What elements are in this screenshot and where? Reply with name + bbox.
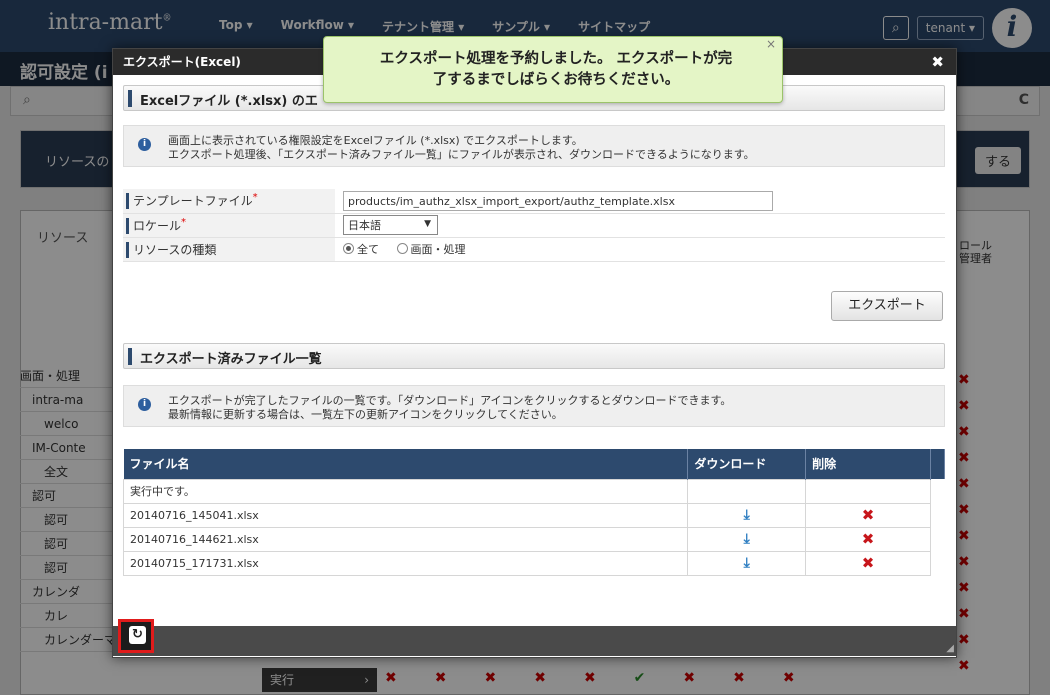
file-name: 20140716_145041.xlsx	[122, 502, 689, 528]
info-icon: i	[138, 398, 151, 411]
section-marker	[128, 348, 132, 365]
table-header-row: ファイル名 ダウンロード 削除	[123, 449, 945, 479]
locale-select[interactable]: 日本語 ▼	[343, 215, 438, 235]
files-info-text: エクスポートが完了したファイルの一覧です。「ダウンロード」アイコンをクリックする…	[168, 394, 731, 422]
download-icon[interactable]: ⤓	[744, 555, 750, 571]
dialog-title: エクスポート(Excel)	[123, 55, 241, 69]
resize-handle-icon[interactable]: ◢	[946, 643, 954, 654]
template-label: テンプレートファイル*	[123, 189, 335, 214]
delete-icon[interactable]: ✖	[862, 530, 875, 548]
export-button[interactable]: エクスポート	[831, 291, 943, 321]
section-title: エクスポート済みファイル一覧	[140, 352, 322, 367]
info-line: 最新情報に更新する場合は、一覧左下の更新アイコンをクリックしてください。	[168, 408, 563, 421]
refresh-icon: ↻	[129, 626, 146, 644]
section-marker	[128, 90, 132, 107]
export-excel-dialog: エクスポート(Excel) ✖ Excelファイル (*.xlsx) のエ i …	[112, 48, 957, 658]
files-info-box: i エクスポートが完了したファイルの一覧です。「ダウンロード」アイコンをクリック…	[123, 385, 945, 427]
file-name: 20140715_171731.xlsx	[122, 550, 689, 576]
chevron-down-icon: ▼	[424, 219, 431, 229]
locale-label: ロケール*	[123, 213, 335, 238]
table-row: 20140716_145041.xlsx ⤓ ✖	[122, 502, 945, 528]
info-line: 画面上に表示されている権限設定をExcelファイル (*.xlsx) でエクスポ…	[168, 134, 583, 147]
info-icon: i	[138, 138, 151, 151]
delete-icon[interactable]: ✖	[862, 506, 875, 524]
col-filename[interactable]: ファイル名	[123, 449, 689, 479]
radio-all[interactable]	[343, 243, 354, 254]
export-info-text: 画面上に表示されている権限設定をExcelファイル (*.xlsx) でエクスポ…	[168, 134, 755, 162]
close-icon[interactable]: ✖	[931, 49, 944, 75]
table-row: 20140716_144621.xlsx ⤓ ✖	[122, 526, 945, 552]
radio-screen[interactable]	[396, 243, 408, 254]
export-form: テンプレートファイル* products/im_authz_xlsx_impor…	[123, 189, 945, 262]
refresh-button[interactable]: ↻	[118, 619, 154, 653]
toast-line: エクスポート処理を予約しました。 エクスポートが完	[379, 51, 733, 67]
download-icon[interactable]: ⤓	[744, 531, 750, 547]
col-download: ダウンロード	[687, 449, 807, 479]
delete-cell	[805, 478, 931, 504]
toast-message: エクスポート処理を予約しました。 エクスポートが完 了するまでしばらくお待ちくだ…	[346, 49, 766, 91]
notification-toast: × エクスポート処理を予約しました。 エクスポートが完 了するまでしばらくお待ち…	[323, 36, 783, 103]
download-cell	[687, 478, 807, 504]
scrollbar-header	[930, 449, 945, 479]
info-line: エクスポートが完了したファイルの一覧です。「ダウンロード」アイコンをクリックする…	[168, 394, 732, 407]
close-icon[interactable]: ×	[766, 37, 776, 51]
download-icon[interactable]: ⤓	[744, 507, 750, 523]
radio-all-label[interactable]: 全て	[357, 243, 379, 256]
table-row: 実行中です。	[122, 478, 945, 504]
file-name: 20140716_144621.xlsx	[122, 526, 689, 552]
table-row: 20140715_171731.xlsx ⤓ ✖	[122, 550, 945, 576]
radio-screen-label[interactable]: 画面・処理	[411, 243, 466, 256]
export-info-box: i 画面上に表示されている権限設定をExcelファイル (*.xlsx) でエク…	[123, 125, 945, 167]
delete-icon[interactable]: ✖	[862, 554, 875, 572]
template-file-input[interactable]: products/im_authz_xlsx_import_export/aut…	[343, 190, 773, 211]
section-title: Excelファイル (*.xlsx) のエ	[140, 94, 318, 109]
info-line: エクスポート処理後、「エクスポート済みファイル一覧」にファイルが表示され、ダウン…	[168, 148, 755, 161]
exported-files-table: ファイル名 ダウンロード 削除 実行中です。 20140716_145041.x…	[122, 449, 945, 576]
col-delete: 削除	[805, 449, 931, 479]
file-name: 実行中です。	[122, 478, 689, 504]
resource-type-label: リソースの種類	[123, 237, 335, 262]
section-header-exported-files: エクスポート済みファイル一覧	[123, 343, 945, 369]
toast-line: 了するまでしばらくお待ちください。	[432, 72, 680, 88]
table-footer: ◢	[113, 626, 956, 656]
